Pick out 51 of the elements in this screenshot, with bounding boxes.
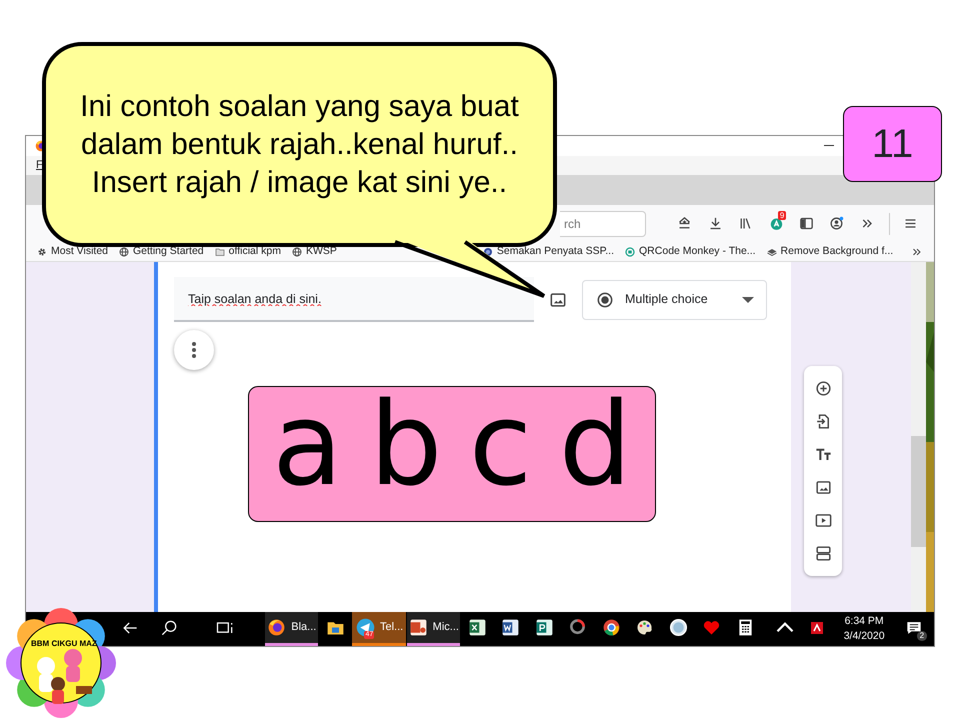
clock[interactable]: 6:34 PM 3/4/2020 (844, 614, 885, 644)
chrome-icon (600, 617, 622, 638)
add-button[interactable] (814, 379, 832, 398)
letter-text: a (272, 388, 343, 503)
notification-count: 2 (916, 631, 928, 642)
globe-icon (118, 246, 130, 258)
gear-icon (36, 246, 48, 258)
bookmark-link[interactable]: Getting Started (118, 244, 204, 260)
clock-date: 3/4/2020 (844, 629, 885, 644)
radio-icon (595, 290, 615, 310)
letter-text: b (369, 388, 442, 503)
search-field[interactable]: rch (560, 210, 646, 237)
spreadsheet-icon (466, 617, 488, 638)
seal-icon (482, 246, 494, 258)
qr-icon (624, 246, 636, 258)
more-icon (192, 342, 196, 358)
bookmark-link[interactable]: official kpm (214, 244, 281, 260)
add-icon (814, 379, 832, 398)
section-icon (814, 544, 832, 564)
extension-button[interactable]: 9 (760, 210, 792, 237)
more-options-button[interactable] (174, 330, 214, 370)
firefox-icon (266, 617, 288, 638)
caret-icon (742, 296, 754, 303)
menu-item[interactable]: F (36, 157, 43, 174)
callout-text: Ini contoh soalan yang saya buat dalam bentuk rajah..kenal huruf.. Insert rajah / image kat sini ye.. (80, 88, 519, 200)
letter-text: d (558, 388, 632, 503)
notification-badge: 9 (778, 210, 786, 220)
clock-time: 6:34 PM (844, 614, 885, 630)
bookmark-link[interactable]: QRCode Monkey - The... (624, 244, 756, 260)
section-button[interactable] (814, 544, 832, 564)
bookmark-link[interactable]: Remove Background f... (766, 244, 894, 260)
orb-icon (668, 617, 689, 638)
scrollbar-thumb[interactable] (911, 436, 926, 548)
logo-text: BBM CIKGU MAZ (31, 638, 97, 650)
publisher-icon (534, 617, 555, 638)
notifications-button[interactable]: 2 (894, 612, 934, 646)
bookmark-link[interactable]: Most Visited (36, 244, 108, 260)
question-type-dropdown[interactable]: Multiple choice (582, 280, 767, 320)
page-number: 11 (843, 106, 942, 182)
chevron-up-icon (776, 622, 794, 634)
scrollbar[interactable] (911, 262, 926, 612)
firefox-taskbar-button[interactable]: Bla... (264, 612, 318, 646)
account-icon (828, 215, 846, 232)
minimize-button[interactable] (824, 145, 834, 146)
document-icon (500, 617, 522, 638)
powerpoint-taskbar-button[interactable]: Mic... (406, 612, 460, 646)
powerpoint-icon (408, 617, 429, 638)
question-field[interactable]: Taip soalan anda di sini. (174, 277, 534, 322)
globe-icon (290, 246, 303, 258)
letter-text: c (468, 388, 532, 503)
bookmark-link[interactable]: KWSP (290, 244, 337, 260)
